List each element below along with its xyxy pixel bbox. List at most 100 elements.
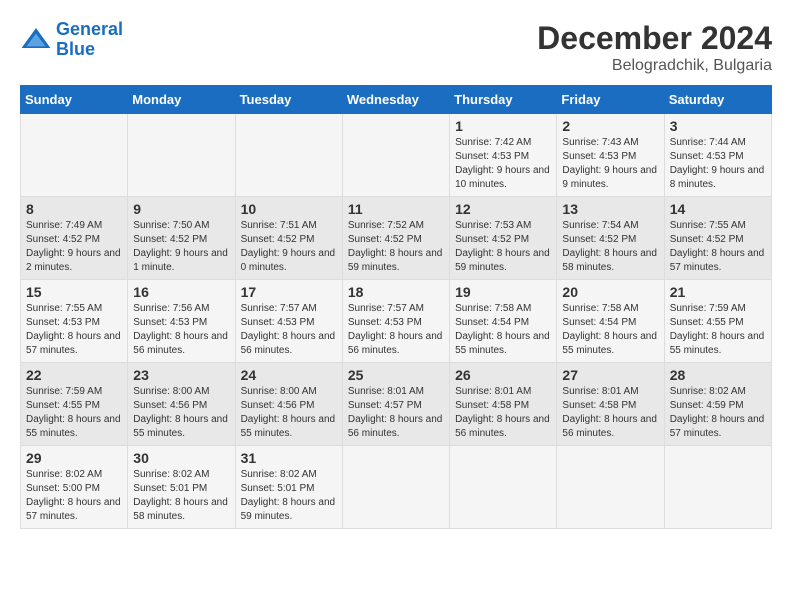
day-info: Sunrise: 7:53 AM Sunset: 4:52 PM Dayligh… (455, 219, 551, 275)
day-info: Sunrise: 8:01 AM Sunset: 4:58 PM Dayligh… (455, 385, 551, 441)
header-day-tuesday: Tuesday (235, 86, 342, 114)
day-cell: 19 Sunrise: 7:58 AM Sunset: 4:54 PM Dayl… (450, 280, 557, 363)
day-cell (450, 446, 557, 529)
day-info: Sunrise: 7:51 AM Sunset: 4:52 PM Dayligh… (241, 219, 337, 275)
day-number: 15 (26, 284, 122, 300)
day-cell (342, 114, 449, 197)
day-info: Sunrise: 7:43 AM Sunset: 4:53 PM Dayligh… (562, 136, 658, 192)
day-info: Sunrise: 7:59 AM Sunset: 4:55 PM Dayligh… (26, 385, 122, 441)
day-cell: 3 Sunrise: 7:44 AM Sunset: 4:53 PM Dayli… (664, 114, 771, 197)
day-cell: 15 Sunrise: 7:55 AM Sunset: 4:53 PM Dayl… (21, 280, 128, 363)
day-info: Sunrise: 8:02 AM Sunset: 5:00 PM Dayligh… (26, 468, 122, 524)
day-info: Sunrise: 8:01 AM Sunset: 4:57 PM Dayligh… (348, 385, 444, 441)
location: Belogradchik, Bulgaria (537, 57, 772, 75)
day-number: 31 (241, 450, 337, 466)
day-cell: 1 Sunrise: 7:42 AM Sunset: 4:53 PM Dayli… (450, 114, 557, 197)
day-cell: 23 Sunrise: 8:00 AM Sunset: 4:56 PM Dayl… (128, 363, 235, 446)
day-info: Sunrise: 7:52 AM Sunset: 4:52 PM Dayligh… (348, 219, 444, 275)
day-cell (557, 446, 664, 529)
header-day-thursday: Thursday (450, 86, 557, 114)
day-info: Sunrise: 8:00 AM Sunset: 4:56 PM Dayligh… (241, 385, 337, 441)
day-cell: 18 Sunrise: 7:57 AM Sunset: 4:53 PM Dayl… (342, 280, 449, 363)
header-day-friday: Friday (557, 86, 664, 114)
header-day-monday: Monday (128, 86, 235, 114)
day-number: 20 (562, 284, 658, 300)
week-row-1: 1 Sunrise: 7:42 AM Sunset: 4:53 PM Dayli… (21, 114, 772, 197)
day-info: Sunrise: 8:02 AM Sunset: 4:59 PM Dayligh… (670, 385, 766, 441)
day-cell: 11 Sunrise: 7:52 AM Sunset: 4:52 PM Dayl… (342, 197, 449, 280)
header-day-saturday: Saturday (664, 86, 771, 114)
header-day-sunday: Sunday (21, 86, 128, 114)
day-cell: 2 Sunrise: 7:43 AM Sunset: 4:53 PM Dayli… (557, 114, 664, 197)
day-cell: 16 Sunrise: 7:56 AM Sunset: 4:53 PM Dayl… (128, 280, 235, 363)
day-number: 27 (562, 367, 658, 383)
day-number: 19 (455, 284, 551, 300)
header-row: SundayMondayTuesdayWednesdayThursdayFrid… (21, 86, 772, 114)
logo-text: General Blue (56, 20, 123, 60)
title-area: December 2024 Belogradchik, Bulgaria (537, 20, 772, 75)
day-cell: 29 Sunrise: 8:02 AM Sunset: 5:00 PM Dayl… (21, 446, 128, 529)
day-info: Sunrise: 7:58 AM Sunset: 4:54 PM Dayligh… (455, 302, 551, 358)
day-number: 16 (133, 284, 229, 300)
day-cell: 20 Sunrise: 7:58 AM Sunset: 4:54 PM Dayl… (557, 280, 664, 363)
day-number: 1 (455, 118, 551, 134)
day-cell: 21 Sunrise: 7:59 AM Sunset: 4:55 PM Dayl… (664, 280, 771, 363)
day-number: 18 (348, 284, 444, 300)
day-number: 24 (241, 367, 337, 383)
day-info: Sunrise: 7:58 AM Sunset: 4:54 PM Dayligh… (562, 302, 658, 358)
day-number: 2 (562, 118, 658, 134)
day-number: 22 (26, 367, 122, 383)
day-cell: 8 Sunrise: 7:49 AM Sunset: 4:52 PM Dayli… (21, 197, 128, 280)
day-info: Sunrise: 7:49 AM Sunset: 4:52 PM Dayligh… (26, 219, 122, 275)
logo-icon (20, 24, 52, 56)
calendar-table: SundayMondayTuesdayWednesdayThursdayFrid… (20, 85, 772, 529)
day-cell (128, 114, 235, 197)
day-info: Sunrise: 7:55 AM Sunset: 4:53 PM Dayligh… (26, 302, 122, 358)
header-day-wednesday: Wednesday (342, 86, 449, 114)
day-number: 14 (670, 201, 766, 217)
day-number: 30 (133, 450, 229, 466)
day-number: 3 (670, 118, 766, 134)
day-info: Sunrise: 7:50 AM Sunset: 4:52 PM Dayligh… (133, 219, 229, 275)
day-cell: 22 Sunrise: 7:59 AM Sunset: 4:55 PM Dayl… (21, 363, 128, 446)
day-number: 21 (670, 284, 766, 300)
month-title: December 2024 (537, 20, 772, 57)
day-number: 10 (241, 201, 337, 217)
day-cell (664, 446, 771, 529)
day-number: 23 (133, 367, 229, 383)
day-number: 29 (26, 450, 122, 466)
day-cell: 26 Sunrise: 8:01 AM Sunset: 4:58 PM Dayl… (450, 363, 557, 446)
day-cell (342, 446, 449, 529)
week-row-4: 22 Sunrise: 7:59 AM Sunset: 4:55 PM Dayl… (21, 363, 772, 446)
day-cell: 10 Sunrise: 7:51 AM Sunset: 4:52 PM Dayl… (235, 197, 342, 280)
day-number: 8 (26, 201, 122, 217)
day-info: Sunrise: 7:54 AM Sunset: 4:52 PM Dayligh… (562, 219, 658, 275)
day-cell: 31 Sunrise: 8:02 AM Sunset: 5:01 PM Dayl… (235, 446, 342, 529)
day-number: 28 (670, 367, 766, 383)
day-info: Sunrise: 7:42 AM Sunset: 4:53 PM Dayligh… (455, 136, 551, 192)
day-info: Sunrise: 8:02 AM Sunset: 5:01 PM Dayligh… (241, 468, 337, 524)
day-cell (21, 114, 128, 197)
day-number: 17 (241, 284, 337, 300)
day-cell (235, 114, 342, 197)
week-row-5: 29 Sunrise: 8:02 AM Sunset: 5:00 PM Dayl… (21, 446, 772, 529)
day-cell: 24 Sunrise: 8:00 AM Sunset: 4:56 PM Dayl… (235, 363, 342, 446)
day-info: Sunrise: 7:56 AM Sunset: 4:53 PM Dayligh… (133, 302, 229, 358)
day-info: Sunrise: 7:55 AM Sunset: 4:52 PM Dayligh… (670, 219, 766, 275)
day-info: Sunrise: 7:57 AM Sunset: 4:53 PM Dayligh… (348, 302, 444, 358)
day-cell: 14 Sunrise: 7:55 AM Sunset: 4:52 PM Dayl… (664, 197, 771, 280)
day-cell: 28 Sunrise: 8:02 AM Sunset: 4:59 PM Dayl… (664, 363, 771, 446)
day-cell: 9 Sunrise: 7:50 AM Sunset: 4:52 PM Dayli… (128, 197, 235, 280)
day-number: 25 (348, 367, 444, 383)
day-cell: 27 Sunrise: 8:01 AM Sunset: 4:58 PM Dayl… (557, 363, 664, 446)
page-header: General Blue December 2024 Belogradchik,… (20, 20, 772, 75)
day-info: Sunrise: 7:57 AM Sunset: 4:53 PM Dayligh… (241, 302, 337, 358)
day-number: 9 (133, 201, 229, 217)
day-info: Sunrise: 8:02 AM Sunset: 5:01 PM Dayligh… (133, 468, 229, 524)
day-number: 11 (348, 201, 444, 217)
logo: General Blue (20, 20, 123, 60)
day-info: Sunrise: 8:01 AM Sunset: 4:58 PM Dayligh… (562, 385, 658, 441)
day-number: 12 (455, 201, 551, 217)
day-cell: 30 Sunrise: 8:02 AM Sunset: 5:01 PM Dayl… (128, 446, 235, 529)
day-number: 13 (562, 201, 658, 217)
